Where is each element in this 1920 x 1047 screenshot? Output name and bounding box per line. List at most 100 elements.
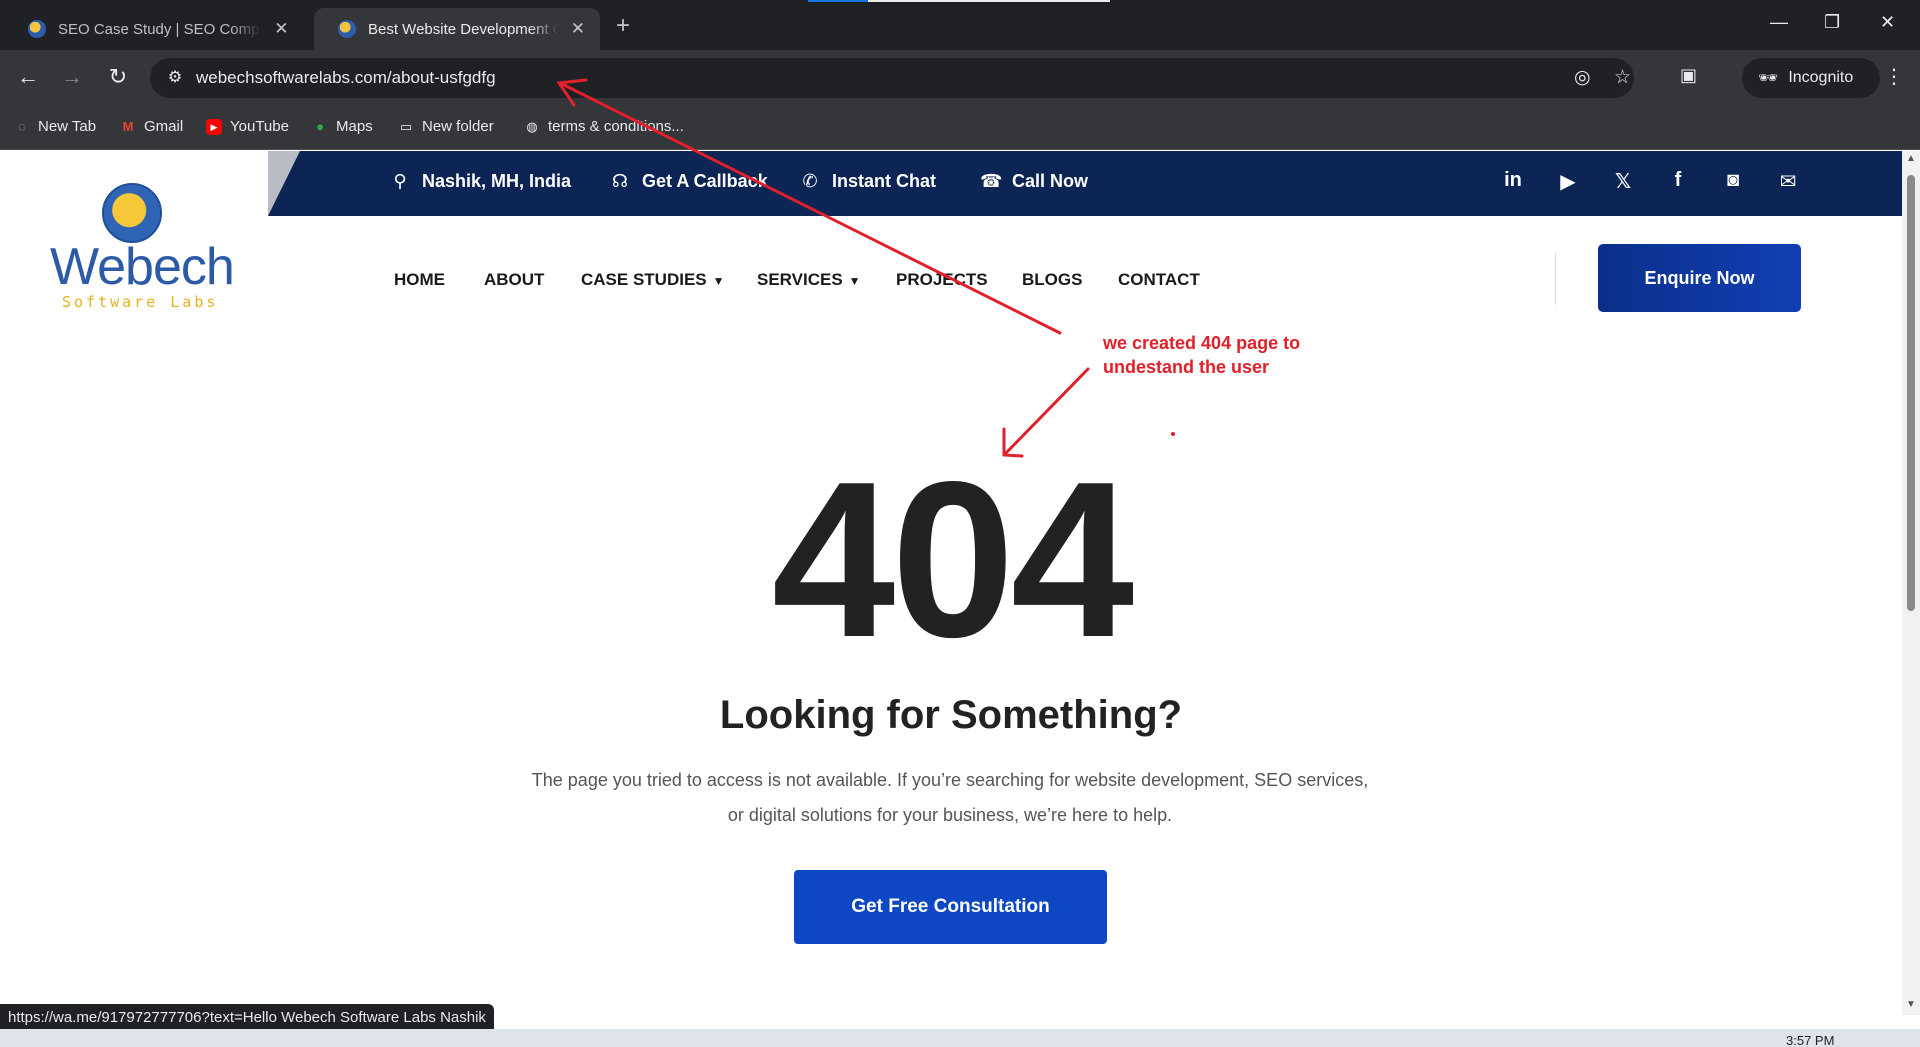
error-description: The page you tried to access is not avai… — [500, 763, 1400, 833]
bookmark-new-folder[interactable]: ▭ New folder — [398, 118, 494, 135]
location-link[interactable]: ⚲ Nashik, MH, India — [390, 171, 571, 192]
bookmark-label: YouTube — [230, 118, 289, 135]
bookmark-label: Maps — [336, 118, 373, 135]
url-text[interactable]: webechsoftwarelabs.com/about-usfgdfg — [196, 68, 496, 88]
annotation-note: we created 404 page to undestand the use… — [1103, 331, 1300, 379]
incognito-icon: 🕶 — [1758, 70, 1779, 87]
bookmarks-bar: ◌ New Tab M Gmail ▶ YouTube ● Maps ▭ New… — [0, 106, 1920, 150]
site-favicon-icon — [338, 20, 356, 38]
bookmark-new-tab[interactable]: ◌ New Tab — [14, 118, 96, 135]
globe-icon: ◌ — [18, 118, 26, 134]
bookmark-terms[interactable]: ◍ terms & conditions... — [524, 118, 684, 135]
get-free-consultation-button[interactable]: Get Free Consultation — [794, 870, 1107, 944]
browser-tabstrip: SEO Case Study | SEO Company ✕ Best Webs… — [0, 0, 1920, 50]
tab-active-website-dev[interactable]: Best Website Development Company ✕ — [314, 8, 600, 50]
headset-icon: ☊ — [612, 171, 628, 191]
topbar-label: Get A Callback — [642, 171, 768, 191]
annotation-line: we created 404 page to — [1103, 333, 1301, 353]
nav-label: HOME — [394, 270, 445, 289]
bookmark-maps[interactable]: ● Maps — [312, 118, 373, 135]
back-arrow-icon[interactable]: ← — [14, 64, 42, 90]
address-bar[interactable]: ⚙ webechsoftwarelabs.com/about-usfgdfg ◎… — [150, 58, 1634, 98]
nav-label: CONTACT — [1118, 270, 1200, 289]
scroll-down-icon[interactable]: ▼ — [1906, 999, 1916, 1010]
new-tab-button[interactable]: + — [616, 12, 630, 40]
nav-projects[interactable]: PROJECTS — [896, 270, 988, 290]
incognito-label: Incognito — [1788, 69, 1854, 86]
scroll-up-icon[interactable]: ▲ — [1906, 153, 1916, 164]
topbar-label: Instant Chat — [832, 171, 937, 191]
topbar-slant-decoration — [268, 151, 300, 216]
incognito-badge[interactable]: 🕶 Incognito — [1742, 58, 1880, 98]
bookmark-gmail[interactable]: M Gmail — [120, 118, 184, 135]
nav-home[interactable]: HOME — [394, 270, 445, 290]
link-status-bar: https://wa.me/917972777706?text=Hello We… — [0, 1004, 494, 1032]
nav-blogs[interactable]: BLOGS — [1022, 270, 1082, 290]
phone-icon: ☎ — [980, 171, 1003, 191]
nav-label: SERVICES — [757, 270, 843, 289]
youtube-icon[interactable]: ▶ — [1554, 169, 1582, 194]
bookmark-label: terms & conditions... — [548, 118, 684, 135]
os-taskbar: 3:57 PM — [0, 1029, 1920, 1047]
nav-case-studies[interactable]: CASE STUDIES ▼ — [581, 270, 725, 290]
error-heading: Looking for Something? — [719, 693, 1183, 737]
email-icon[interactable]: ✉ — [1774, 169, 1802, 194]
close-window-icon[interactable]: ✕ — [1880, 12, 1895, 33]
description-line: The page you tried to access is not avai… — [531, 770, 1369, 790]
whatsapp-icon: ✆ — [802, 171, 818, 191]
nav-contact[interactable]: CONTACT — [1118, 270, 1200, 290]
close-tab-icon[interactable]: ✕ — [570, 19, 586, 39]
youtube-icon: ▶ — [206, 118, 222, 135]
scroll-thumb[interactable] — [1907, 175, 1915, 611]
maps-icon: ● — [316, 118, 324, 134]
site-logo[interactable]: Webech Software Labs — [44, 181, 235, 311]
nav-about[interactable]: ABOUT — [484, 270, 544, 290]
chevron-down-icon: ▼ — [848, 274, 861, 288]
tab-search-icon[interactable]: ▣ — [1680, 65, 1697, 86]
nav-label: BLOGS — [1022, 270, 1083, 289]
bookmark-label: New Tab — [38, 118, 97, 135]
reload-icon[interactable]: ↻ — [104, 64, 132, 90]
site-info-icon[interactable]: ⚙ — [164, 67, 186, 89]
nav-label: PROJECTS — [896, 270, 988, 289]
chevron-down-icon: ▼ — [712, 274, 725, 288]
nav-label: ABOUT — [484, 270, 545, 289]
topbar-label: Nashik, MH, India — [422, 171, 572, 191]
tab-title: Best Website Development Company — [368, 20, 558, 38]
gmail-icon: M — [122, 118, 134, 134]
x-icon[interactable]: 𝕏 — [1609, 169, 1637, 194]
bookmark-youtube[interactable]: ▶ YouTube — [206, 118, 289, 135]
logo-wordmark: Webech — [50, 238, 235, 296]
taskbar-clock: 3:57 PM — [1786, 1033, 1835, 1047]
tab-group-indicator-accent — [808, 0, 868, 2]
tab-seo-case-study[interactable]: SEO Case Study | SEO Company ✕ — [4, 8, 304, 50]
nav-services[interactable]: SERVICES ▼ — [757, 270, 861, 290]
call-now-link[interactable]: ☎ Call Now — [980, 171, 1088, 192]
description-line: or digital solutions for your business, … — [727, 805, 1173, 825]
nav-divider — [1555, 253, 1556, 305]
error-code: 404 — [771, 436, 1134, 684]
eye-off-icon[interactable]: ◎ — [1574, 66, 1591, 89]
bookmark-star-icon[interactable]: ☆ — [1614, 66, 1631, 89]
page-scrollbar[interactable]: ▲ ▼ — [1902, 151, 1920, 1015]
enquire-now-button[interactable]: Enquire Now — [1598, 244, 1801, 312]
restore-icon[interactable]: ❐ — [1824, 12, 1840, 33]
logo-globe-icon — [102, 183, 162, 243]
close-tab-icon[interactable]: ✕ — [273, 19, 290, 39]
instagram-icon[interactable]: ◙ — [1719, 169, 1747, 192]
browser-toolbar: ← → ↻ ⚙ webechsoftwarelabs.com/about-usf… — [0, 50, 1920, 106]
globe-icon: ◍ — [526, 118, 538, 134]
minimize-icon[interactable]: — — [1770, 12, 1788, 33]
facebook-icon[interactable]: f — [1664, 169, 1692, 192]
linkedin-icon[interactable]: in — [1499, 169, 1527, 192]
forward-arrow-icon[interactable]: → — [58, 64, 86, 90]
browser-menu-icon[interactable]: ⋮ — [1884, 64, 1904, 89]
folder-icon: ▭ — [399, 118, 413, 134]
get-callback-link[interactable]: ☊ Get A Callback — [610, 171, 768, 192]
web-page: ⚲ Nashik, MH, India ☊ Get A Callback ✆ I… — [0, 151, 1902, 1015]
annotation-line: undestand the user — [1103, 357, 1270, 377]
site-favicon-icon — [28, 20, 46, 38]
logo-tagline: Software Labs — [62, 293, 219, 311]
instant-chat-link[interactable]: ✆ Instant Chat — [800, 171, 936, 192]
bookmark-label: Gmail — [144, 118, 184, 135]
